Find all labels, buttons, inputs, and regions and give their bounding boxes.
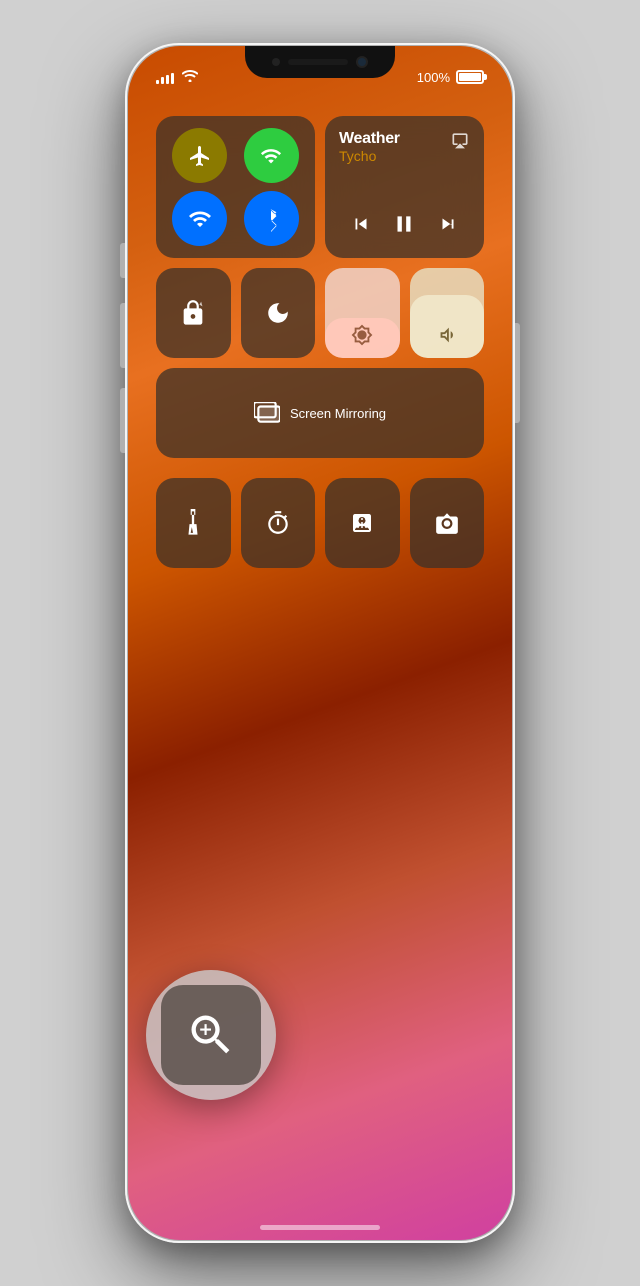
- front-camera: [356, 56, 368, 68]
- media-header: Weather Tycho: [339, 130, 470, 164]
- mute-button: [120, 243, 125, 278]
- timer-icon: [265, 510, 291, 536]
- earpiece-dot: [272, 58, 280, 66]
- earpiece-grill: [288, 59, 348, 65]
- magnifier-overlay: [146, 970, 276, 1100]
- prev-track-button[interactable]: [348, 213, 374, 241]
- bluetooth-button[interactable]: [244, 191, 299, 246]
- media-artist: Tycho: [339, 148, 400, 164]
- airplane-icon: [188, 144, 212, 168]
- pause-button[interactable]: [391, 210, 417, 244]
- do-not-disturb-tile[interactable]: [241, 268, 316, 358]
- phone-frame: 100%: [125, 43, 515, 1243]
- next-track-button[interactable]: [435, 213, 461, 241]
- airplane-mode-button[interactable]: [172, 128, 227, 183]
- status-left: [156, 69, 198, 85]
- screen-mirroring-tile[interactable]: Screen Mirroring: [156, 368, 484, 458]
- signal-bar-4: [171, 73, 174, 84]
- battery-percentage: 100%: [417, 70, 450, 85]
- screen-mirroring-label: Screen Mirroring: [290, 406, 386, 421]
- control-center: Weather Tycho: [146, 106, 494, 578]
- notch: [245, 46, 395, 78]
- airplay-icon: [450, 130, 470, 150]
- calculator-tile[interactable]: [325, 478, 400, 568]
- wifi-status-icon: [182, 69, 198, 85]
- calculator-icon: [350, 511, 374, 535]
- screen-lock-tile[interactable]: [156, 268, 231, 358]
- timer-tile[interactable]: [241, 478, 316, 568]
- media-controls: [339, 202, 470, 244]
- cellular-icon: [260, 145, 282, 167]
- volume-down-button: [120, 388, 125, 453]
- signal-bars: [156, 70, 174, 84]
- media-tile: Weather Tycho: [325, 116, 484, 258]
- signal-bar-1: [156, 80, 159, 84]
- phone-screen: 100%: [128, 46, 512, 1240]
- next-icon: [435, 213, 461, 235]
- bluetooth-icon: [262, 206, 280, 232]
- signal-bar-2: [161, 77, 164, 84]
- magnifier-button[interactable]: [161, 985, 261, 1085]
- prev-icon: [348, 213, 374, 235]
- pause-icon: [391, 210, 417, 238]
- camera-tile[interactable]: [410, 478, 485, 568]
- brightness-tile[interactable]: [325, 268, 400, 358]
- magnifier-icon: [185, 1009, 237, 1061]
- volume-up-button: [120, 303, 125, 368]
- camera-icon: [434, 512, 460, 534]
- battery-icon: [456, 70, 484, 84]
- cellular-button[interactable]: [244, 128, 299, 183]
- media-info: Weather Tycho: [339, 130, 400, 164]
- signal-bar-3: [166, 75, 169, 84]
- power-button: [515, 323, 520, 423]
- brightness-icon: [351, 324, 373, 346]
- flashlight-tile[interactable]: [156, 478, 231, 568]
- wifi-icon: [188, 207, 212, 231]
- connectivity-tile: [156, 116, 315, 258]
- wifi-button[interactable]: [172, 191, 227, 246]
- home-indicator: [260, 1225, 380, 1230]
- flashlight-icon: [183, 509, 203, 537]
- volume-tile[interactable]: [410, 268, 485, 358]
- volume-icon: [436, 324, 458, 346]
- moon-icon: [265, 300, 291, 326]
- lock-rotation-icon: [179, 299, 207, 327]
- battery-fill: [459, 73, 481, 81]
- screen-mirroring-icon: [254, 402, 280, 424]
- magnifier-circle: [146, 970, 276, 1100]
- airplay-button[interactable]: [450, 130, 470, 155]
- status-right: 100%: [417, 70, 484, 85]
- media-title: Weather: [339, 130, 400, 148]
